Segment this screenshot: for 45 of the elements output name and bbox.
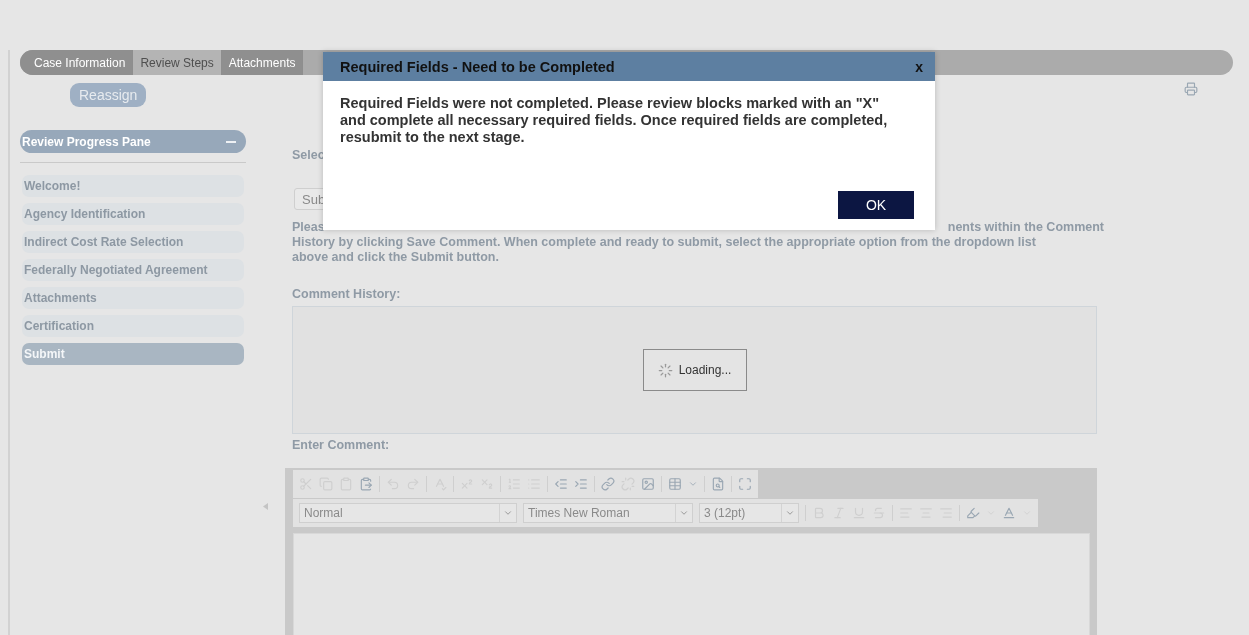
- progress-step[interactable]: Welcome!: [22, 175, 244, 197]
- instruction-text: above and click the Submit button.: [292, 250, 500, 265]
- instruction-text: History by clicking Save Comment. When complete and ready to submit, select the appropriate option from the dropdown list: [292, 235, 1037, 250]
- indent-icon[interactable]: [574, 477, 588, 491]
- reassign-button[interactable]: Reassign: [70, 83, 147, 107]
- chevron-down-icon[interactable]: [503, 508, 513, 518]
- font-dropdown[interactable]: Times New Roman: [523, 503, 693, 523]
- font-color-icon[interactable]: [1002, 506, 1016, 520]
- fullscreen-icon[interactable]: [738, 477, 752, 491]
- ok-button[interactable]: OK: [838, 191, 914, 219]
- tab[interactable]: Case Information: [20, 50, 134, 75]
- pane-title: Review Progress Pane: [22, 134, 151, 149]
- link-icon[interactable]: [601, 477, 615, 491]
- progress-step[interactable]: Certification: [22, 315, 244, 337]
- collapse-arrow-icon[interactable]: [263, 503, 268, 510]
- caret-icon[interactable]: [688, 479, 698, 489]
- progress-step[interactable]: Federally Negotiated Agreement: [22, 259, 244, 281]
- size-dropdown[interactable]: 3 (12pt): [699, 503, 799, 523]
- format-dropdown[interactable]: Normal: [299, 503, 517, 523]
- preview-icon[interactable]: [711, 477, 725, 491]
- pane-header[interactable]: Review Progress Pane: [20, 130, 246, 153]
- highlighter-icon[interactable]: [966, 506, 980, 520]
- instruction-text: Pleas: [292, 220, 325, 235]
- dialog-title: Required Fields - Need to be Completed: [340, 58, 615, 75]
- enter-comment-label: Enter Comment:: [291, 438, 391, 452]
- chevron-down-icon[interactable]: [785, 508, 795, 518]
- comment-history-label: Comment History:: [291, 287, 402, 301]
- chevron-down-icon[interactable]: [679, 508, 689, 518]
- dialog-message: Required Fields were not completed. Please review blocks marked with an "X" and complete all necessary required fields. Once required fields are completed, resubmit to the next stage.: [340, 95, 889, 146]
- tab[interactable]: Attachments: [221, 50, 304, 75]
- paste-icon[interactable]: [359, 477, 373, 491]
- instruction-text: nents within the Comment: [947, 220, 1104, 235]
- image-icon[interactable]: [641, 477, 655, 491]
- progress-step[interactable]: Indirect Cost Rate Selection: [22, 231, 244, 253]
- spinner-icon: [657, 362, 673, 378]
- loading-text: Loading...: [678, 363, 732, 377]
- progress-step[interactable]: Agency Identification: [22, 203, 244, 225]
- comment-input[interactable]: [293, 533, 1090, 635]
- progress-step[interactable]: Submit: [22, 343, 244, 365]
- outdent-icon[interactable]: [554, 477, 568, 491]
- select-label: Selec: [291, 148, 326, 162]
- tab[interactable]: Review Steps: [133, 50, 222, 75]
- close-button[interactable]: x: [913, 56, 925, 77]
- progress-step[interactable]: Attachments: [22, 287, 244, 309]
- table-icon[interactable]: [668, 477, 682, 491]
